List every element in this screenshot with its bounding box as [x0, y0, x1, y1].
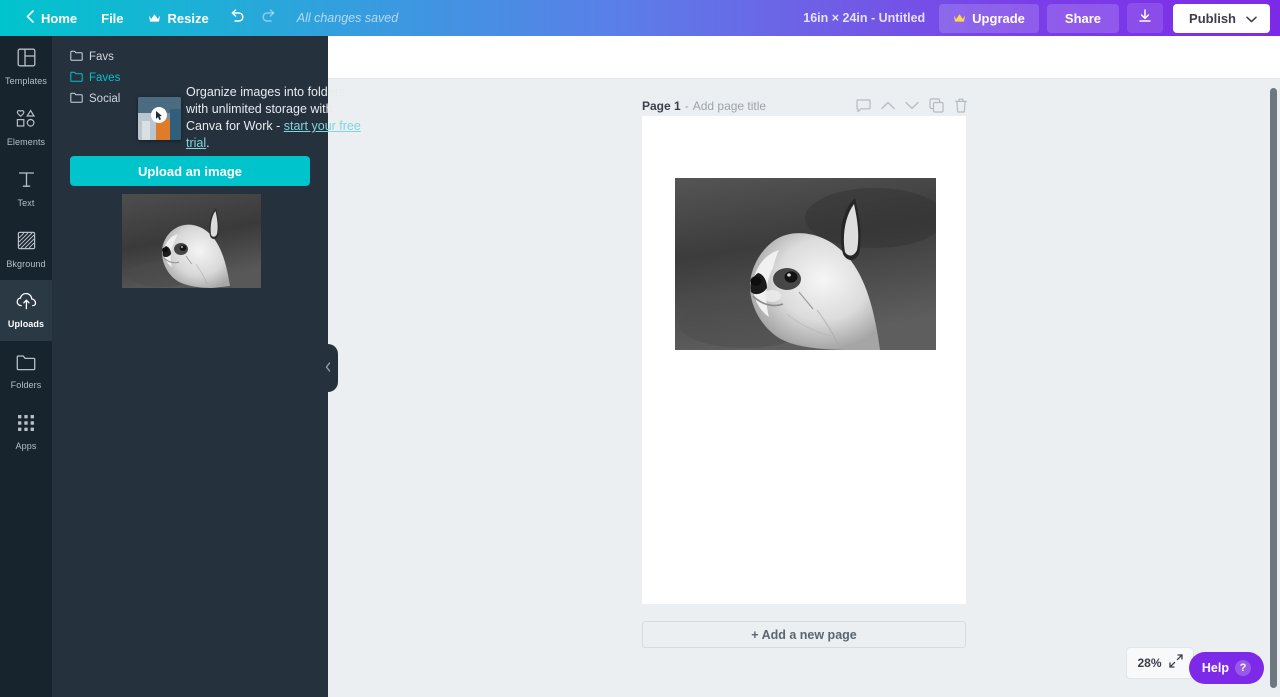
canvas-workspace[interactable]: Page 1 - Add page title + Add a new page — [328, 78, 1280, 697]
sidebar-item-templates[interactable]: Templates — [0, 36, 52, 97]
sidebar-item-label: Uploads — [7, 319, 45, 329]
top-bar: Home File Resize All changes saved 16in … — [0, 0, 1280, 36]
share-button[interactable]: Share — [1046, 3, 1120, 33]
page-tools-group — [856, 98, 968, 113]
upload-an-image-button[interactable]: Upload an image — [70, 156, 310, 186]
uploads-panel: Favs Faves Social Organize images into f… — [52, 36, 361, 697]
home-button[interactable]: Home — [14, 4, 89, 32]
resize-label: Resize — [167, 10, 209, 26]
add-new-page-button[interactable]: + Add a new page — [642, 621, 966, 648]
undo-arrow-icon — [228, 8, 246, 29]
move-page-up-icon[interactable] — [881, 101, 895, 110]
undo-button[interactable] — [221, 4, 253, 32]
text-t-icon — [17, 170, 36, 194]
sidebar-item-text[interactable]: Text — [0, 158, 52, 219]
folder-item-social[interactable]: Social — [70, 92, 120, 106]
page-number-label: Page 1 — [642, 98, 681, 113]
collapse-panel-handle[interactable] — [318, 344, 338, 392]
file-label: File — [101, 10, 124, 26]
move-page-down-icon[interactable] — [905, 101, 919, 110]
download-icon — [1137, 8, 1153, 29]
delete-page-icon[interactable] — [954, 98, 968, 113]
uploaded-image-thumbnail[interactable] — [122, 194, 261, 288]
expand-arrows-icon[interactable] — [1168, 653, 1183, 673]
upgrade-button[interactable]: Upgrade — [939, 3, 1039, 33]
placed-dog-image[interactable] — [675, 178, 936, 350]
sidebar-item-apps[interactable]: Apps — [0, 402, 52, 463]
elements-shapes-icon — [16, 108, 36, 133]
chevron-down-icon — [1246, 11, 1257, 26]
document-dimensions-label: 16in × 24in - Untitled — [803, 11, 926, 25]
page-title-input[interactable]: Add page title — [693, 99, 766, 113]
sidebar-item-label: Bkground — [6, 258, 46, 269]
sidebar-item-label: Text — [17, 197, 35, 208]
comment-icon[interactable] — [856, 98, 871, 113]
apps-dots-icon — [17, 414, 35, 437]
folder-label: Faves — [89, 72, 121, 84]
sidebar-item-label: Elements — [6, 136, 46, 147]
sidebar-item-elements[interactable]: Elements — [0, 97, 52, 158]
folder-icon — [70, 71, 83, 85]
design-page-canvas[interactable] — [642, 116, 966, 604]
help-button[interactable]: Help ? — [1188, 652, 1264, 684]
publish-button[interactable]: Publish — [1173, 3, 1270, 33]
left-sidebar-rail: Templates Elements Text Bkground Uploads… — [0, 36, 52, 697]
save-status-text: All changes saved — [296, 11, 399, 25]
resize-button[interactable]: Resize — [136, 5, 221, 32]
sidebar-item-background[interactable]: Bkground — [0, 219, 52, 280]
page-header: Page 1 - Add page title — [642, 98, 968, 113]
crown-icon — [148, 11, 161, 26]
question-mark-icon: ? — [1235, 660, 1251, 676]
upload-cloud-icon — [16, 292, 37, 315]
editor-toolbar-strip — [328, 36, 1280, 79]
home-label: Home — [41, 10, 78, 26]
uploads-tip-text: Organize images into folders with unlimi… — [186, 84, 366, 152]
tip-text-after: . — [206, 136, 210, 150]
folder-icon — [16, 354, 36, 376]
share-label: Share — [1064, 10, 1102, 26]
folder-list: Favs Faves Social — [70, 50, 120, 106]
folder-item-faves[interactable]: Faves — [70, 71, 120, 85]
folder-item-favs[interactable]: Favs — [70, 50, 120, 64]
top-bar-left-group: Home File Resize All changes saved — [14, 4, 398, 32]
file-menu-button[interactable]: File — [89, 5, 135, 32]
sidebar-item-label: Apps — [15, 441, 37, 451]
chevron-left-icon — [26, 10, 34, 26]
folder-label: Social — [89, 93, 121, 105]
vertical-scrollbar[interactable] — [1270, 88, 1277, 688]
sidebar-item-label: Templates — [5, 75, 47, 86]
page-title-separator: - — [684, 98, 689, 113]
upgrade-label: Upgrade — [972, 10, 1025, 26]
templates-grid-icon — [17, 48, 36, 72]
background-hatch-icon — [17, 231, 36, 255]
sidebar-item-label: Folders — [10, 379, 42, 390]
download-button[interactable] — [1127, 3, 1164, 33]
publish-label: Publish — [1189, 10, 1236, 26]
sidebar-item-folders[interactable]: Folders — [0, 341, 52, 402]
help-label: Help — [1201, 661, 1229, 675]
canva-editor-window: Home File Resize All changes saved 16in … — [0, 0, 1280, 697]
zoom-control: 28% — [1126, 647, 1194, 679]
duplicate-page-icon[interactable] — [929, 98, 944, 113]
redo-button[interactable] — [253, 4, 285, 32]
top-bar-right-group: 16in × 24in - Untitled Upgrade Share Pub… — [803, 3, 1270, 33]
crown-icon — [953, 11, 966, 26]
sidebar-item-uploads[interactable]: Uploads — [0, 280, 52, 341]
folder-icon — [70, 92, 83, 106]
drag-preview-thumbnail — [138, 97, 181, 140]
chevron-left-icon — [325, 361, 331, 375]
folder-label: Favs — [89, 51, 114, 63]
redo-arrow-icon — [260, 8, 278, 29]
folder-icon — [70, 50, 83, 64]
zoom-level-label[interactable]: 28% — [1137, 656, 1161, 670]
